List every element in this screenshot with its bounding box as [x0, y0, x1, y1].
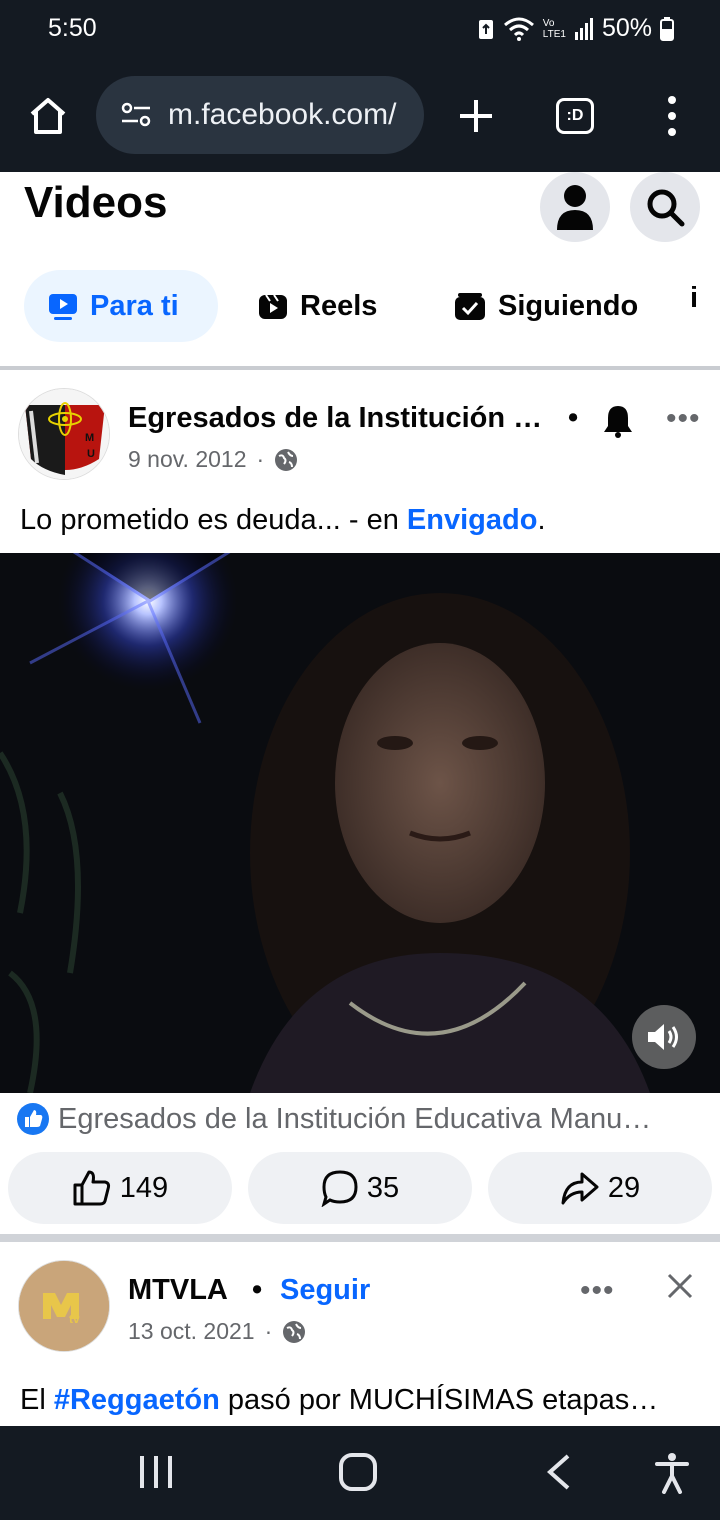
browser-toolbar: m.facebook.com/ :D: [0, 60, 720, 172]
share-icon: [561, 1172, 599, 1205]
share-count: 29: [607, 1171, 641, 1204]
page-title: Videos: [24, 178, 168, 227]
more-vert-icon[interactable]: [660, 94, 684, 138]
post-date: 13 oct. 2021: [128, 1318, 255, 1344]
like-badge-icon: [17, 1103, 49, 1135]
post-divider: [0, 1234, 720, 1242]
separator-dot: •: [252, 1274, 263, 1306]
mute-button[interactable]: [632, 1005, 696, 1069]
avatar[interactable]: M U: [18, 388, 110, 480]
comment-count: 35: [366, 1171, 400, 1204]
url-text: m.facebook.com/: [168, 98, 397, 131]
video-frame: [0, 553, 720, 1093]
svg-text:M: M: [85, 432, 94, 444]
wifi-icon: [503, 17, 534, 41]
search-button[interactable]: [630, 172, 700, 242]
globe-icon: [283, 1320, 306, 1343]
post-header: tv MTVLA • Seguir ••• 13 oct. 2021 ·: [0, 1260, 720, 1360]
bell-icon[interactable]: [602, 404, 634, 438]
follow-button[interactable]: Seguir: [280, 1274, 370, 1307]
comment-button[interactable]: 35: [248, 1152, 472, 1224]
avatar[interactable]: tv: [18, 1260, 110, 1352]
section-divider: [0, 366, 720, 370]
comment-icon: [321, 1170, 358, 1207]
videos-header: Videos: [0, 172, 720, 252]
post-text: Lo prometido es deuda... - en Envigado.: [20, 504, 546, 536]
institution-logo-icon: M U: [19, 389, 109, 479]
status-bar: 5:50 Vo LTE1 50%: [0, 0, 720, 60]
hashtag-link[interactable]: #Reggaetón: [54, 1384, 220, 1416]
video-player[interactable]: [0, 553, 720, 1093]
accessibility-icon[interactable]: [654, 1452, 690, 1494]
svg-text:U: U: [87, 448, 95, 460]
tab-more-edge[interactable]: i: [690, 282, 698, 315]
status-time: 5:50: [48, 14, 97, 42]
more-options-icon[interactable]: •••: [666, 402, 701, 436]
close-icon[interactable]: [666, 1272, 694, 1300]
following-icon: [455, 293, 485, 320]
home-icon[interactable]: [26, 94, 70, 138]
battery-percent: 50%: [601, 14, 652, 42]
more-options-icon[interactable]: •••: [580, 1274, 615, 1308]
tab-siguiendo[interactable]: Siguiendo: [430, 270, 662, 342]
globe-icon: [275, 448, 298, 471]
location-link[interactable]: Envigado: [407, 504, 538, 536]
video-filter-tabs: Para ti Reels Siguiendo i: [0, 270, 720, 346]
post-header: M U Egresados de la Institución … • ••• …: [0, 388, 720, 488]
back-icon[interactable]: [544, 1452, 574, 1492]
tab-label: Reels: [300, 289, 378, 322]
status-icons: Vo LTE1 50%: [477, 14, 674, 43]
post-text: El #Reggaetón pasó por MUCHÍSIMAS etapas…: [20, 1384, 659, 1416]
tab-label: Para ti: [90, 289, 179, 322]
source-text: Egresados de la Institución Educativa Ma…: [58, 1102, 652, 1135]
site-settings-icon[interactable]: [120, 99, 152, 131]
svg-text:tv: tv: [69, 1312, 80, 1326]
profile-button[interactable]: [540, 172, 610, 242]
play-icon: [49, 294, 77, 320]
volume-icon: [648, 1024, 678, 1050]
post-author[interactable]: MTVLA: [128, 1274, 228, 1307]
recent-apps-icon[interactable]: [138, 1452, 174, 1492]
tab-reels[interactable]: Reels: [234, 270, 401, 342]
post-meta: 9 nov. 2012 ·: [128, 446, 298, 473]
tab-label: Siguiendo: [498, 289, 639, 322]
separator-dot: •: [568, 402, 579, 434]
post-date: 9 nov. 2012: [128, 446, 247, 472]
mtv-logo-icon: tv: [19, 1261, 109, 1351]
recycle-icon: [478, 19, 493, 39]
signal-icon: [574, 17, 593, 40]
video-source[interactable]: Egresados de la Institución Educativa Ma…: [16, 1102, 651, 1136]
battery-icon: [660, 16, 674, 41]
reels-icon: [259, 294, 287, 319]
tab-para-ti[interactable]: Para ti: [24, 270, 218, 342]
home-nav-icon[interactable]: [338, 1452, 378, 1492]
search-icon: [647, 189, 685, 227]
like-count: 149: [119, 1171, 169, 1204]
thumbs-up-icon: [73, 1170, 110, 1206]
like-button[interactable]: 149: [8, 1152, 232, 1224]
system-navigation-bar: [0, 1426, 720, 1520]
tab-switcher-button[interactable]: :D: [556, 98, 594, 134]
person-icon: [557, 185, 593, 230]
new-tab-icon[interactable]: [456, 96, 496, 136]
post-meta: 13 oct. 2021 ·: [128, 1318, 306, 1345]
share-button[interactable]: 29: [488, 1152, 712, 1224]
network-label: Vo LTE1: [542, 17, 566, 40]
post-author[interactable]: Egresados de la Institución …: [128, 402, 542, 435]
address-bar[interactable]: m.facebook.com/: [96, 76, 424, 154]
